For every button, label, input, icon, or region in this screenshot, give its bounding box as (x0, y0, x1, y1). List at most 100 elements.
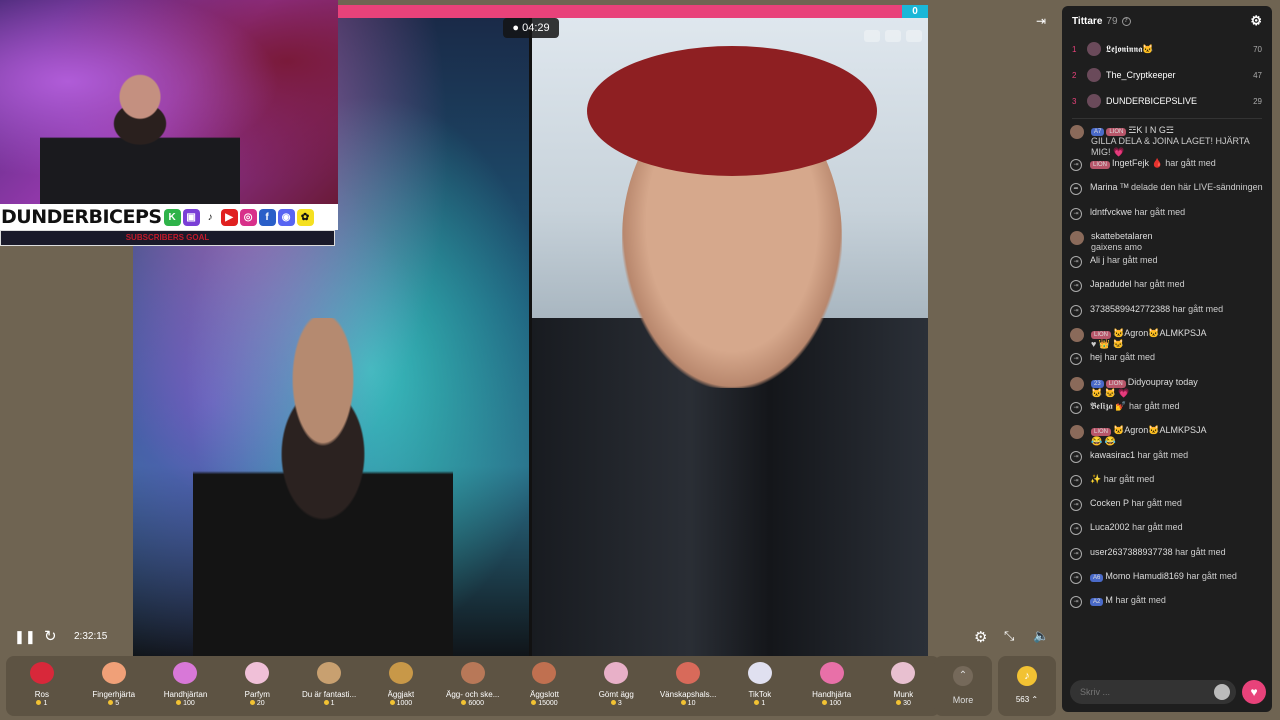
like-heart-button[interactable]: ♥ (1242, 680, 1266, 704)
guest-badge-icon (864, 30, 880, 42)
chat-username[interactable]: Marina ᵀᴹ (1090, 182, 1129, 192)
chat-username[interactable]: user2637388937738 (1090, 547, 1173, 557)
top-viewer-row[interactable]: 1 𝕷𝖊𝖏𝖔𝖓𝖎𝖓𝖓𝖆🐱 70 (1062, 36, 1272, 62)
gift-item[interactable]: TikTok 1 (724, 656, 796, 716)
viewer-rank: 2 (1072, 70, 1077, 80)
chat-username[interactable]: 𝕭𝖊𝖑𝖎𝖟𝖆 💅 (1090, 401, 1127, 411)
emoji-icon[interactable] (1214, 684, 1230, 700)
chat-username[interactable]: Didyoupray today (1128, 377, 1198, 387)
gift-item[interactable]: Parfym 20 (221, 656, 293, 716)
message-text: har gått med (1134, 206, 1186, 217)
chat-username[interactable]: Cocken P (1090, 498, 1129, 508)
join-icon: ⇥ (1070, 450, 1082, 463)
battle-progress-bar (338, 5, 928, 18)
top-viewer-row[interactable]: 2 The_Cryptkeeper 47 (1062, 62, 1272, 88)
mute-icon[interactable]: 🔈 (1033, 628, 1049, 644)
guest-badge-icon (885, 30, 901, 42)
avatar[interactable] (1070, 425, 1084, 440)
chat-username[interactable]: hej (1090, 352, 1102, 362)
coins-button[interactable]: ♪ 563 ⌃ (998, 656, 1056, 716)
gift-price: 20 (250, 700, 265, 707)
gift-name: TikTok (748, 690, 772, 699)
minimize-icon[interactable]: ⤡ (1004, 628, 1014, 644)
message-text: har gått med (1186, 571, 1237, 582)
join-icon: ⇥ (1070, 572, 1082, 585)
user-badge: LION (1091, 331, 1112, 340)
chat-panel: Tittare 79 ? ⚙ 1 𝕷𝖊𝖏𝖔𝖓𝖎𝖓𝖓𝖆🐱 70 2 The_Cryptke… (1062, 6, 1272, 712)
gift-name: Munk (893, 690, 914, 699)
chat-username[interactable]: M (1105, 595, 1113, 605)
join-icon: ⇥ (1070, 523, 1082, 536)
chat-username[interactable]: ldntfvckwe (1090, 207, 1132, 217)
chat-username[interactable]: 🐱Agron🐱ALMKPSJA (1113, 425, 1206, 435)
chat-settings-icon[interactable]: ⚙ (1250, 13, 1262, 29)
collapse-chat-icon[interactable]: ⇥ (1036, 14, 1046, 28)
chat-message: ➦ Marina ᵀᴹ delade den här LIVE-sändninge… (1062, 182, 1272, 206)
gift-icon (747, 662, 772, 684)
chat-username[interactable]: Japadudel (1090, 279, 1132, 289)
chat-username[interactable]: ✨ (1090, 474, 1101, 484)
message-body: skattebetalaren gaixens amo (1091, 231, 1153, 253)
gift-item[interactable]: Gömt ägg 3 (580, 656, 652, 716)
tiktok-icon: ♪ (201, 208, 219, 226)
message-body: Luca2002 har gått med (1090, 522, 1183, 533)
gift-item[interactable]: Ägg- och ske... 6000 (437, 656, 509, 716)
chat-username[interactable]: IngetFejk 🩸 (1112, 158, 1163, 168)
coins-value: 563 (1015, 695, 1030, 704)
gift-item[interactable]: Du är fantasti... 1 (293, 656, 365, 716)
chat-message: ⇥ Cocken P har gått med (1062, 498, 1272, 522)
gift-name: Vänskapshals... (659, 690, 717, 699)
chat-divider (1072, 118, 1262, 119)
gift-item[interactable]: Fingerhjärta 5 (78, 656, 150, 716)
chat-username[interactable]: Momo Hamudi8169 (1105, 571, 1184, 581)
discord-icon: ◉ (277, 208, 295, 226)
host-person (193, 318, 453, 658)
guest-video[interactable] (532, 18, 928, 658)
top-viewer-row[interactable]: 3 DUNDERBICEPSLIVE 29 (1062, 88, 1272, 114)
chat-username[interactable]: Ali j (1090, 255, 1105, 265)
refresh-icon[interactable]: ↻ (44, 627, 57, 645)
chat-username[interactable]: Luca2002 (1090, 522, 1130, 532)
message-body: LION IngetFejk 🩸 har gått med (1090, 158, 1216, 169)
avatar[interactable] (1070, 328, 1084, 343)
message-body: ldntfvckwe har gått med (1090, 207, 1185, 218)
chat-username[interactable]: kawasirac1 (1090, 450, 1135, 460)
gift-price: 1 (324, 700, 335, 707)
message-text: har gått med (1129, 400, 1180, 411)
avatar[interactable] (1070, 125, 1084, 139)
gift-name: Gömt ägg (598, 690, 634, 699)
chat-message: ⇥ A6 Momo Hamudi8169 har gått med (1062, 571, 1272, 595)
message-body: LION 🐱Agron🐱ALMKPSJA ♥ 👑 🐱 (1091, 328, 1206, 350)
gift-name: Parfym (244, 690, 270, 699)
message-text: gaixens amo (1091, 241, 1143, 252)
pause-icon[interactable]: ❚❚ (14, 629, 36, 645)
chat-username[interactable]: 37385899427723​88 (1090, 304, 1170, 314)
gift-name: Ägg- och ske... (446, 690, 500, 699)
info-icon[interactable]: ? (1121, 16, 1131, 26)
join-icon: ⇥ (1070, 596, 1082, 609)
chat-username[interactable]: 🐱Agron🐱ALMKPSJA (1113, 328, 1206, 338)
avatar[interactable] (1070, 376, 1084, 391)
gift-item[interactable]: Handhjärta 100 (796, 656, 868, 716)
viewer-count: 79 (1106, 15, 1118, 27)
gift-item[interactable]: Ros 1 (6, 656, 78, 716)
avatar[interactable] (1070, 230, 1084, 245)
gift-icon (604, 662, 629, 684)
gift-price: 6000 (461, 700, 484, 707)
gift-icon (29, 662, 54, 684)
gift-item[interactable]: Äggslott 15000 (509, 656, 581, 716)
gift-item[interactable]: Munk 30 (868, 656, 940, 716)
gift-item[interactable]: Vänskapshals... 10 (652, 656, 724, 716)
settings-gear-icon[interactable]: ⚙ (974, 628, 987, 646)
coins-balance: 563 ⌃ (1015, 695, 1039, 704)
avatar (1087, 94, 1101, 108)
top-viewers-list: 1 𝕷𝖊𝖏𝖔𝖓𝖎𝖓𝖓𝖆🐱 70 2 The_Cryptkeeper 47 3 DUNDERBI… (1062, 36, 1272, 114)
more-gifts-button[interactable]: ⌃ More (934, 656, 992, 716)
chat-username[interactable]: skattebetalaren (1091, 231, 1153, 241)
gift-price: 5 (108, 700, 119, 707)
gift-item[interactable]: Handhjärtan 100 (150, 656, 222, 716)
chat-input[interactable] (1070, 680, 1236, 704)
gift-item[interactable]: Äggjakt 1000 (365, 656, 437, 716)
chat-message: ⇥ Ali j har gått med (1062, 255, 1272, 279)
chat-username[interactable]: ☲K I N G☲ (1128, 125, 1174, 135)
